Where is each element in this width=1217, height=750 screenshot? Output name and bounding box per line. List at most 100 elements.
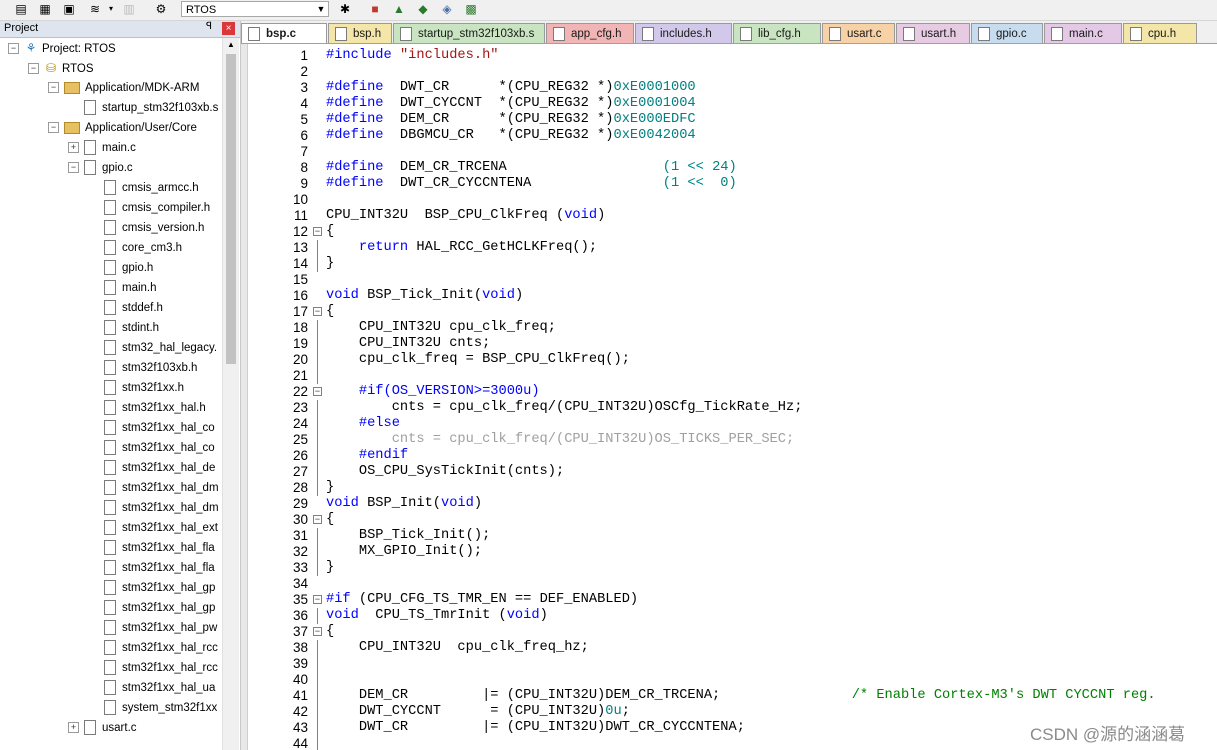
tree-item[interactable]: stm32f1xx_hal_gp [88,598,215,618]
tree-item[interactable]: stm32f1xx_hal_ext [88,518,218,538]
collapse-icon[interactable]: − [68,162,79,174]
fold-collapse-icon[interactable]: − [313,307,322,317]
save-all-icon[interactable]: ▤ [14,2,28,16]
pack-installer-icon[interactable]: ▩ [464,2,478,16]
configure-icon[interactable]: ⚙ [154,2,168,16]
code-line[interactable]: 42 DWT_CYCCNT = (CPU_INT32U)0u; [241,704,1217,720]
expand-icon[interactable]: + [68,722,79,734]
code-line[interactable]: 14} [241,256,1217,272]
code-line[interactable]: 3 #define DWT_CR *(CPU_REG32 *)0xE0001000 [241,80,1217,96]
pack-installer-icon[interactable]: ◈ [440,2,454,16]
tree-item[interactable]: stm32f1xx_hal_fla [88,558,215,578]
code-line[interactable]: 30−{ [241,512,1217,528]
code-line[interactable]: 11 CPU_INT32U BSP_CPU_ClkFreq (void) [241,208,1217,224]
tree-item[interactable]: stm32f1xx_hal_co [88,418,215,438]
code-line[interactable]: 41 DEM_CR |= (CPU_INT32U)DEM_CR_TRCENA; … [241,688,1217,704]
tree-item[interactable]: − ⛁ RTOS [28,58,94,78]
tab-bsp-c[interactable]: bsp.c [241,23,327,43]
close-icon[interactable]: × [222,22,235,35]
code-line[interactable]: 16 void BSP_Tick_Init(void) [241,288,1217,304]
components-icon[interactable]: ▲ [392,2,406,16]
tab-includes-h[interactable]: includes.h [635,23,732,43]
collapse-icon[interactable]: − [28,63,39,75]
code-line[interactable]: 6 #define DBGMCU_CR *(CPU_REG32 *)0xE0042… [241,128,1217,144]
tree-item[interactable]: stm32f1xx_hal_de [88,458,215,478]
tab-usart-c[interactable]: usart.c [822,23,895,43]
tab-gpio-c[interactable]: gpio.c [971,23,1043,43]
code-line[interactable]: 15 [241,272,1217,288]
code-line[interactable]: 21 [241,368,1217,384]
tree-item[interactable]: stm32f1xx.h [88,378,184,398]
fold-collapse-icon[interactable]: − [313,627,322,637]
target-combo[interactable]: RTOS ▼ [181,1,329,17]
code-line[interactable]: 32 MX_GPIO_Init(); [241,544,1217,560]
download-icon[interactable]: ◆ [416,2,430,16]
code-line[interactable]: 33} [241,560,1217,576]
tree-item[interactable]: cmsis_version.h [88,218,204,238]
fold-collapse-icon[interactable]: − [313,387,322,397]
code-line[interactable]: 36 void CPU_TS_TmrInit (void) [241,608,1217,624]
pin-icon[interactable]: ꟼ [206,21,212,32]
collapse-icon[interactable]: − [48,82,59,94]
tab-bsp-h[interactable]: bsp.h [328,23,392,43]
dropdown-icon[interactable]: ▾ [104,2,118,16]
code-line[interactable]: 27 OS_CPU_SysTickInit(cnts); [241,464,1217,480]
expand-icon[interactable]: + [68,142,79,154]
tab-main-c[interactable]: main.c [1044,23,1122,43]
code-line[interactable]: 12−{ [241,224,1217,240]
code-line[interactable]: 5 #define DEM_CR *(CPU_REG32 *)0xE000EDFC [241,112,1217,128]
code-line[interactable]: 8 #define DEM_CR_TRCENA (1 << 24) [241,160,1217,176]
code-line[interactable]: 2 [241,64,1217,80]
tree-item[interactable]: core_cm3.h [88,238,182,258]
code-line[interactable]: 31 BSP_Tick_Init(); [241,528,1217,544]
tree-item[interactable]: stm32f1xx_hal_gp [88,578,215,598]
tree-item[interactable]: stm32f1xx_hal_rcc [88,658,218,678]
code-line[interactable]: 34 [241,576,1217,592]
tree-item[interactable]: stm32f1xx_hal_pw [88,618,217,638]
tree-item[interactable]: gpio.h [88,258,153,278]
print-icon[interactable]: ▦ [38,2,52,16]
tree-item[interactable]: stm32f1xx_hal.h [88,398,206,418]
code-line[interactable]: 9 #define DWT_CR_CYCCNTENA (1 << 0) [241,176,1217,192]
code-line[interactable]: 24 #else [241,416,1217,432]
code-line[interactable]: 19 CPU_INT32U cnts; [241,336,1217,352]
fold-collapse-icon[interactable]: − [313,227,322,237]
code-line[interactable]: 29 void BSP_Init(void) [241,496,1217,512]
tab-startup-stm32f103xb-s[interactable]: startup_stm32f103xb.s [393,23,545,43]
manage-icon[interactable]: ■ [368,2,382,16]
code-line[interactable]: 26 #endif [241,448,1217,464]
code-line[interactable]: 23 cnts = cpu_clk_freq/(CPU_INT32U)OSCfg… [241,400,1217,416]
code-line[interactable]: 38 CPU_INT32U cpu_clk_freq_hz; [241,640,1217,656]
tree-item[interactable]: cmsis_compiler.h [88,198,210,218]
tree-item[interactable]: + usart.c [68,718,137,738]
project-scrollbar[interactable]: ▲ [222,38,239,750]
chevron-down-icon[interactable]: ▼ [314,2,328,16]
code-line[interactable]: 37−{ [241,624,1217,640]
code-line[interactable]: 25 cnts = cpu_clk_freq/(CPU_INT32U)OS_TI… [241,432,1217,448]
tree-item[interactable]: − ⚘ Project: RTOS [8,38,116,58]
code-line[interactable]: 39 [241,656,1217,672]
code-line[interactable]: 13 return HAL_RCC_GetHCLKFreq(); [241,240,1217,256]
fold-collapse-icon[interactable]: − [313,595,322,605]
code-line[interactable]: 4 #define DWT_CYCCNT *(CPU_REG32 *)0xE000… [241,96,1217,112]
code-line[interactable]: 1 #include "includes.h" [241,48,1217,64]
tree-item[interactable]: system_stm32f1xx [88,698,217,718]
tree-item[interactable]: stm32_hal_legacy. [88,338,217,358]
tree-item[interactable]: stm32f1xx_hal_fla [88,538,215,558]
save-icon[interactable]: ▣ [62,2,76,16]
tree-item[interactable]: stm32f1xx_hal_rcc [88,638,218,658]
tree-item[interactable]: main.h [88,278,157,298]
tab-app-cfg-h[interactable]: app_cfg.h [546,23,634,43]
tab-usart-h[interactable]: usart.h [896,23,970,43]
tree-item[interactable]: stm32f1xx_hal_ua [88,678,215,698]
collapse-icon[interactable]: − [8,43,19,55]
tree-item[interactable]: stm32f1xx_hal_co [88,438,215,458]
code-line[interactable]: 40 [241,672,1217,688]
tree-item[interactable]: stm32f1xx_hal_dm [88,498,219,518]
tree-item[interactable]: cmsis_armcc.h [88,178,199,198]
tree-item[interactable]: + main.c [68,138,136,158]
code-editor[interactable]: 1 #include "includes.h" 2 3 #define DWT_CR *… [241,44,1217,750]
tree-item[interactable]: stm32f103xb.h [88,358,197,378]
target-options-icon[interactable]: ✱ [338,2,352,16]
tree-item[interactable]: stdint.h [88,318,159,338]
